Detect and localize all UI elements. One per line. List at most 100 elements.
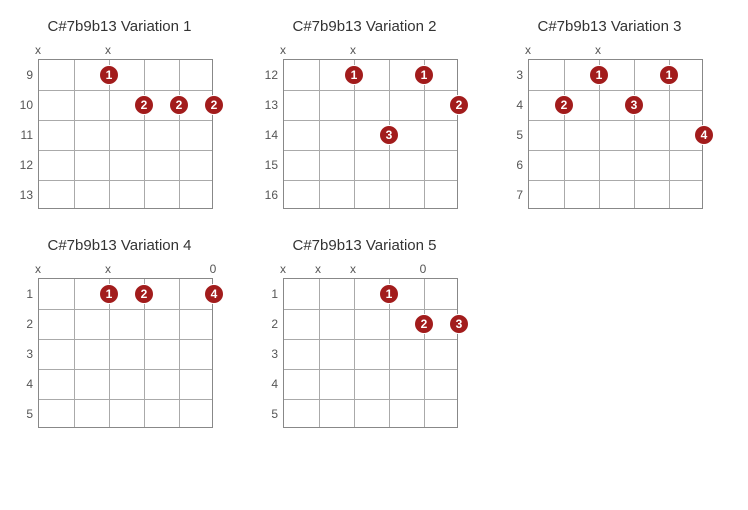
fret-line: [284, 369, 457, 370]
fret-number: 11: [15, 128, 33, 142]
string-line: [354, 279, 355, 427]
finger-dot: 2: [554, 95, 574, 115]
string-line: [634, 60, 635, 208]
finger-dot: 2: [204, 95, 224, 115]
diagram-area: xxx012345123: [283, 262, 472, 428]
string-line: [179, 60, 180, 208]
chord-title: C#7b9b13 Variation 1: [12, 18, 227, 35]
finger-dot: 2: [169, 95, 189, 115]
chord-title: C#7b9b13 Variation 5: [257, 237, 472, 254]
fret-number: 1: [15, 287, 33, 301]
fret-number: 4: [260, 377, 278, 391]
fretboard-grid: 12345124: [38, 278, 213, 428]
mute-marker: x: [315, 262, 321, 276]
mute-marker: x: [595, 43, 601, 57]
chord-diagram: C#7b9b13 Variation 2xx12131415161123: [257, 18, 472, 209]
mute-marker: x: [105, 262, 111, 276]
mute-marker: x: [350, 43, 356, 57]
finger-dot: 1: [344, 65, 364, 85]
string-line: [179, 279, 180, 427]
fret-line: [284, 150, 457, 151]
fret-line: [529, 120, 702, 121]
fret-line: [284, 309, 457, 310]
finger-dot: 2: [134, 95, 154, 115]
fret-line: [284, 180, 457, 181]
finger-dot: 3: [379, 125, 399, 145]
fret-number: 12: [260, 68, 278, 82]
fret-number: 3: [505, 68, 523, 82]
diagram-area: xx3456711234: [528, 43, 717, 209]
diagram-area: xx9101112131222: [38, 43, 227, 209]
string-line: [319, 279, 320, 427]
fret-line: [529, 150, 702, 151]
finger-dot: 1: [379, 284, 399, 304]
string-line: [424, 279, 425, 427]
fretboard-grid: 9101112131222: [38, 59, 213, 209]
fret-line: [39, 369, 212, 370]
mute-marker: x: [280, 262, 286, 276]
fret-line: [39, 399, 212, 400]
chord-title: C#7b9b13 Variation 4: [12, 237, 227, 254]
mute-marker: x: [105, 43, 111, 57]
chord-title: C#7b9b13 Variation 3: [502, 18, 717, 35]
fret-line: [39, 150, 212, 151]
finger-dot: 1: [659, 65, 679, 85]
finger-dot: 2: [134, 284, 154, 304]
fret-line: [284, 339, 457, 340]
fret-line: [39, 339, 212, 340]
fret-number: 13: [260, 98, 278, 112]
diagram-area: xx012345124: [38, 262, 227, 428]
fret-line: [39, 120, 212, 121]
fret-line: [529, 90, 702, 91]
fret-line: [39, 309, 212, 310]
finger-dot: 1: [414, 65, 434, 85]
fret-number: 3: [15, 347, 33, 361]
finger-dot: 4: [694, 125, 714, 145]
fret-line: [39, 180, 212, 181]
fret-number: 14: [260, 128, 278, 142]
string-markers: xx: [528, 43, 717, 59]
fretboard-grid: 3456711234: [528, 59, 703, 209]
mute-marker: x: [35, 43, 41, 57]
open-marker: 0: [210, 262, 217, 276]
chord-title: C#7b9b13 Variation 2: [257, 18, 472, 35]
fret-number: 3: [260, 347, 278, 361]
fret-number: 10: [15, 98, 33, 112]
string-markers: xx0: [38, 262, 227, 278]
chord-diagram: C#7b9b13 Variation 3xx3456711234: [502, 18, 717, 209]
finger-dot: 1: [589, 65, 609, 85]
fret-number: 2: [260, 317, 278, 331]
finger-dot: 1: [99, 284, 119, 304]
fret-line: [39, 90, 212, 91]
chord-diagram: C#7b9b13 Variation 5xxx012345123: [257, 237, 472, 428]
finger-dot: 2: [414, 314, 434, 334]
string-line: [74, 279, 75, 427]
fret-line: [284, 120, 457, 121]
string-line: [144, 60, 145, 208]
chord-chart-page: C#7b9b13 Variation 1xx9101112131222C#7b9…: [12, 18, 748, 428]
chord-diagram: C#7b9b13 Variation 1xx9101112131222: [12, 18, 227, 209]
fret-line: [529, 180, 702, 181]
finger-dot: 3: [449, 314, 469, 334]
mute-marker: x: [280, 43, 286, 57]
mute-marker: x: [350, 262, 356, 276]
string-markers: xx: [38, 43, 227, 59]
fretboard-grid: 12345123: [283, 278, 458, 428]
mute-marker: x: [525, 43, 531, 57]
string-markers: xx: [283, 43, 472, 59]
finger-dot: 2: [449, 95, 469, 115]
finger-dot: 4: [204, 284, 224, 304]
string-markers: xxx0: [283, 262, 472, 278]
fret-line: [284, 399, 457, 400]
fret-number: 7: [505, 188, 523, 202]
fret-number: 16: [260, 188, 278, 202]
fret-line: [284, 90, 457, 91]
fretboard-grid: 12131415161123: [283, 59, 458, 209]
fret-number: 12: [15, 158, 33, 172]
fret-number: 5: [15, 407, 33, 421]
chord-diagram: C#7b9b13 Variation 4xx012345124: [12, 237, 227, 428]
fret-number: 1: [260, 287, 278, 301]
diagram-area: xx12131415161123: [283, 43, 472, 209]
fret-number: 5: [260, 407, 278, 421]
fret-number: 4: [505, 98, 523, 112]
